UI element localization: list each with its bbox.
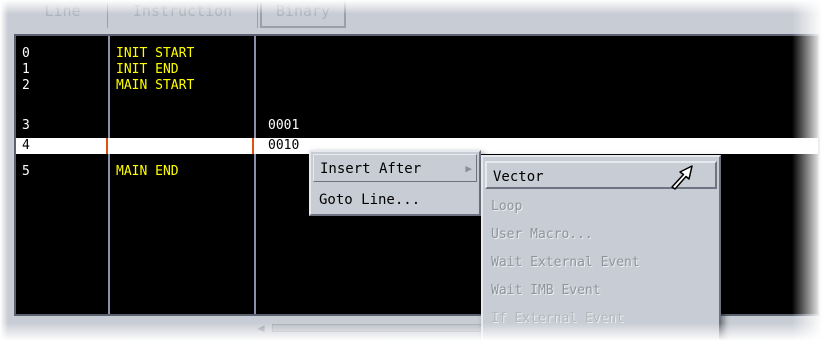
instruction-cell: MAIN END [116,164,179,179]
instruction-cell: INIT START [116,46,195,61]
submenu-item-wait-imb-event: Wait IMB Event [491,283,601,298]
listing-row[interactable]: 3 0001 [16,118,818,134]
listing-row[interactable]: 2 MAIN START [16,78,818,94]
submenu-item-wait-external-event: Wait External Event [491,255,640,270]
line-number: 2 [22,78,30,93]
column-header-binary[interactable]: Binary [260,0,346,28]
line-number: 1 [22,62,30,77]
row-marker [252,138,254,154]
menu-item-insert-after[interactable]: Insert After ▶ [313,154,477,182]
submenu-item-user-macro: User Macro... [491,227,593,242]
listing-row[interactable]: 0 INIT START [16,46,818,62]
triangle-right-icon: ▶ [465,162,472,175]
submenu-item-loop: Loop [491,199,523,214]
listing-row[interactable]: 1 INIT END [16,62,818,78]
binary-cell: 0010 [268,138,300,153]
line-number: 0 [22,46,30,61]
instruction-cell: INIT END [116,62,179,77]
column-header-line[interactable]: Line [18,0,108,28]
submenu-item-if-external-event: If External Event [491,311,625,326]
row-marker [106,138,108,154]
line-number: 5 [22,164,30,179]
column-header-bar: Line Instruction Binary [8,0,808,30]
menu-item-label: Insert After [320,161,422,177]
binary-cell: 0001 [268,118,300,133]
mouse-pointer-icon [671,165,693,190]
context-menu: Insert After ▶ Goto Line... [309,150,481,216]
line-number: 3 [22,118,30,133]
line-number: 4 [22,138,30,153]
menu-item-goto-line[interactable]: Goto Line... [313,186,477,214]
column-header-instruction[interactable]: Instruction [108,0,258,28]
scroll-left-arrow-icon[interactable]: ◀ [254,321,268,335]
instruction-cell: MAIN START [116,78,195,93]
